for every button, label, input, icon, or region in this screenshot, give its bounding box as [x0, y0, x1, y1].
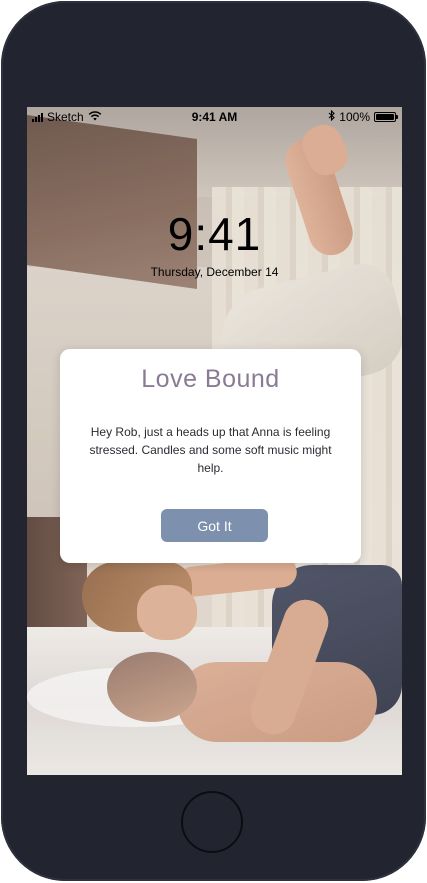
notification-title: Love Bound — [141, 365, 280, 393]
battery-percent: 100% — [339, 110, 370, 124]
bluetooth-icon — [328, 109, 336, 124]
status-bar: Sketch 9:41 AM 100% — [27, 107, 402, 127]
lock-screen-date: Thursday, December 14 — [150, 265, 279, 279]
notification-message: Hey Rob, just a heads up that Anna is fe… — [89, 425, 332, 475]
phone-frame: Sketch 9:41 AM 100% 9:41 Thursday, Decem… — [1, 1, 426, 881]
home-button[interactable] — [181, 791, 243, 853]
notification-card: Love Bound Hey Rob, just a heads up that… — [60, 349, 361, 563]
lock-screen: Sketch 9:41 AM 100% 9:41 Thursday, Decem… — [27, 107, 402, 775]
got-it-button[interactable]: Got It — [161, 509, 268, 542]
lock-screen-time: 9:41 — [167, 208, 262, 260]
battery-icon — [374, 112, 398, 122]
